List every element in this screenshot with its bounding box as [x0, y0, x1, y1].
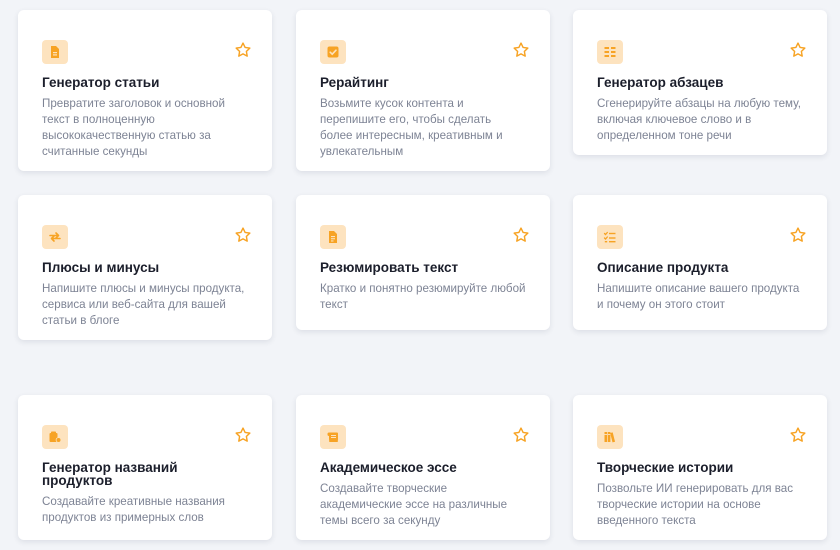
card-description: Возьмите кусок контента и перепишите его… [320, 97, 503, 158]
document-icon [42, 40, 68, 64]
template-card-paragraph-generator[interactable]: Генератор абзацев Сгенерируйте абзацы на… [573, 10, 827, 155]
template-card-pros-cons[interactable]: Плюсы и минусы Напишите плюсы и минусы п… [18, 195, 272, 340]
arrows-swap-icon [42, 225, 68, 249]
card-description: Кратко и понятно резюмируйте любой текст [320, 282, 526, 311]
template-card-academic-essay[interactable]: Академическое эссе Создавайте творческие… [296, 395, 550, 540]
card-description: Напишите описание вашего продукта и поче… [597, 282, 800, 311]
favorite-star-icon[interactable] [789, 41, 807, 59]
card-description: Создавайте креативные названия продуктов… [42, 495, 225, 524]
checklist-icon [597, 225, 623, 249]
paragraphs-icon [597, 40, 623, 64]
card-title: Генератор названий продуктов [42, 460, 178, 488]
favorite-star-icon[interactable] [512, 226, 530, 244]
template-card-summarize-text[interactable]: Резюмировать текст Кратко и понятно резю… [296, 195, 550, 330]
card-title: Резюмировать текст [320, 260, 459, 275]
card-title: Плюсы и минусы [42, 260, 160, 275]
summary-document-icon [320, 225, 346, 249]
card-description: Сгенерируйте абзацы на любую тему, включ… [597, 97, 802, 142]
favorite-star-icon[interactable] [512, 41, 530, 59]
card-title: Рерайтинг [320, 75, 389, 90]
card-description: Создавайте творческие академические эссе… [320, 482, 508, 527]
favorite-star-icon[interactable] [234, 41, 252, 59]
template-card-article-generator[interactable]: Генератор статьи Превратите заголовок и … [18, 10, 272, 171]
template-card-rewriting[interactable]: Рерайтинг Возьмите кусок контента и пере… [296, 10, 550, 171]
card-title: Генератор абзацев [597, 75, 724, 90]
books-icon [597, 425, 623, 449]
favorite-star-icon[interactable] [512, 426, 530, 444]
favorite-star-icon[interactable] [234, 226, 252, 244]
scroll-icon [320, 425, 346, 449]
favorite-star-icon[interactable] [234, 426, 252, 444]
product-tag-icon [42, 425, 68, 449]
template-card-product-name-generator[interactable]: Генератор названий продуктов Создавайте … [18, 395, 272, 540]
card-description: Превратите заголовок и основной текст в … [42, 97, 225, 158]
checkbox-icon [320, 40, 346, 64]
card-title: Творческие истории [597, 460, 734, 475]
card-title: Генератор статьи [42, 75, 160, 90]
template-card-creative-stories[interactable]: Творческие истории Позвольте ИИ генериро… [573, 395, 827, 540]
template-card-product-description[interactable]: Описание продукта Напишите описание ваше… [573, 195, 827, 330]
card-title: Академическое эссе [320, 460, 457, 475]
favorite-star-icon[interactable] [789, 226, 807, 244]
card-description: Напишите плюсы и минусы продукта, сервис… [42, 282, 245, 327]
favorite-star-icon[interactable] [789, 426, 807, 444]
card-title: Описание продукта [597, 260, 729, 275]
card-description: Позвольте ИИ генерировать для вас творче… [597, 482, 794, 527]
